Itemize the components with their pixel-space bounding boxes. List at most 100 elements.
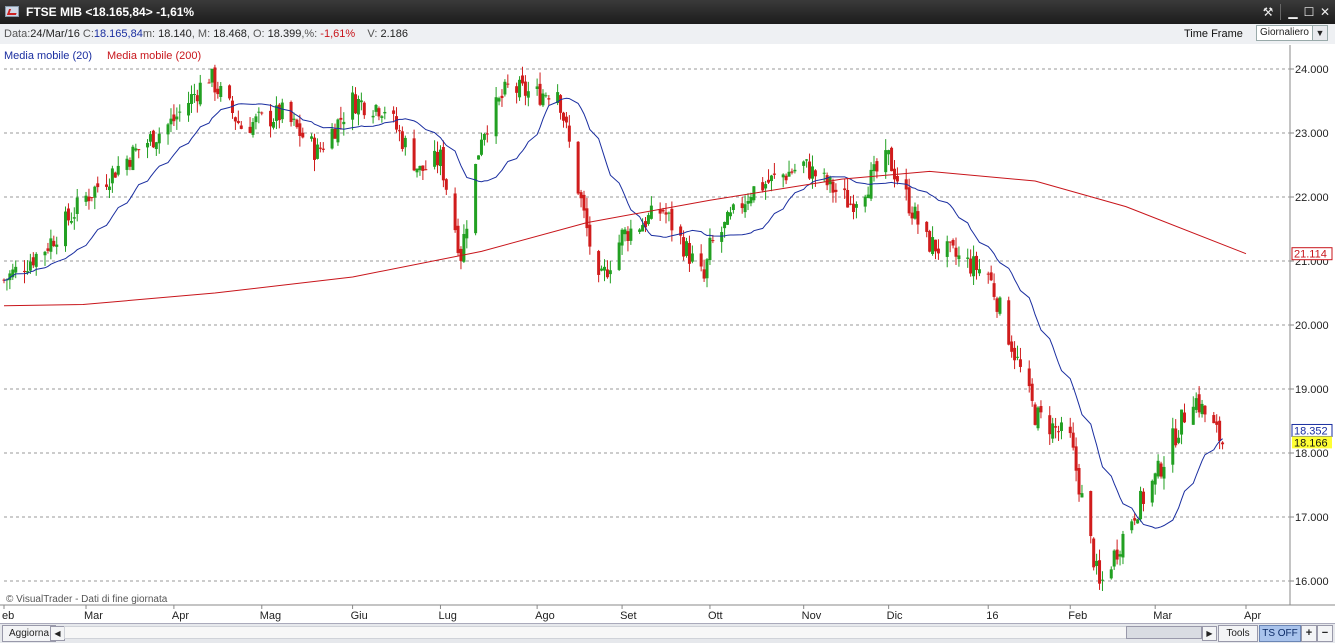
candle-up [728, 212, 732, 217]
candle-up [641, 225, 645, 232]
candle-up [131, 146, 135, 171]
timeframe-select[interactable]: Giornaliero ▼ [1256, 25, 1328, 41]
candle-down [1007, 300, 1011, 345]
candle-up [192, 94, 196, 96]
candle-down [626, 231, 630, 241]
horizontal-scroll-thumb[interactable] [1126, 626, 1202, 639]
candle-up [602, 266, 606, 271]
candle-up [708, 237, 712, 261]
candle-up [1200, 403, 1204, 415]
x-tick-label: Mar [84, 610, 103, 622]
candle-up [310, 136, 314, 139]
candle-up [998, 297, 1002, 314]
scroll-left-icon[interactable]: ◀ [50, 626, 65, 641]
candle-up [1080, 493, 1084, 498]
candle-up [1191, 406, 1195, 425]
candle-down [207, 82, 211, 84]
candle-down [213, 67, 217, 93]
candle-up [810, 166, 814, 179]
candle-down [96, 183, 100, 188]
candle-down [23, 270, 27, 273]
candle-up [723, 221, 727, 229]
window-titlebar: FTSE MIB <18.165,84> -1,61% ⚒ ▁ ☐ ✕ [0, 0, 1335, 24]
candle-down [588, 224, 592, 247]
date-label: Data: [4, 28, 31, 40]
tools-icon[interactable]: ⚒ [1260, 4, 1276, 20]
y-tick-label: 24.000 [1295, 64, 1329, 76]
refresh-button[interactable]: Aggiorna [2, 625, 57, 642]
scroll-right-icon[interactable]: ▶ [1202, 626, 1217, 641]
maximize-button[interactable]: ☐ [1301, 4, 1317, 20]
candle-down [236, 120, 240, 124]
max-label: M: [197, 28, 211, 40]
candle-down [444, 179, 448, 190]
candle-up [403, 137, 407, 148]
candle-up [380, 116, 384, 118]
candle-up [649, 205, 653, 219]
y-tick-label: 23.000 [1295, 128, 1329, 140]
close-value: 18.165,84 [93, 28, 143, 40]
candle-down [992, 283, 996, 297]
ts-off-button[interactable]: TS OFF [1259, 625, 1301, 642]
candle-up [608, 270, 612, 275]
candle-up [503, 81, 507, 95]
candle-up [1112, 550, 1116, 567]
candle-up [957, 255, 961, 260]
candle-up [1136, 519, 1140, 524]
ma200-last-value-label: 21.114 [1294, 249, 1327, 261]
candle-up [793, 169, 797, 172]
candle-up [1130, 521, 1134, 531]
candle-down [843, 188, 847, 191]
x-tick-label: Ago [535, 610, 555, 622]
candle-up [251, 122, 255, 135]
candle-down [582, 194, 586, 211]
candle-down [948, 241, 952, 243]
candle-down [1174, 428, 1178, 446]
candle-up [1118, 554, 1122, 557]
candle-up [690, 253, 694, 262]
candle-up [64, 211, 68, 247]
chevron-down-icon[interactable]: ▼ [1312, 26, 1327, 40]
candle-down [485, 133, 489, 135]
candle-up [1095, 560, 1099, 566]
candle-up [72, 217, 76, 219]
candle-down [682, 237, 686, 257]
price-chart[interactable]: 16.00017.00018.00019.00020.00021.00022.0… [0, 44, 1335, 623]
copyright-notice: © VisualTrader - Dati di fine giornata [6, 594, 168, 605]
candle-down [520, 75, 524, 84]
candle-down [395, 116, 399, 130]
quote-info: Data:24/Mar/16 C:18.165,84m: 18.140, M: … [4, 28, 408, 40]
x-tick-label: 16 [986, 610, 998, 622]
candle-down [1141, 491, 1145, 504]
x-tick-label: Mar [1153, 610, 1172, 622]
candle-down [936, 248, 940, 254]
pct-value: -1,61% [320, 28, 356, 40]
horizontal-scroll-track[interactable] [64, 626, 1202, 639]
tools-button[interactable]: Tools [1218, 625, 1258, 642]
legend-ma20: Media mobile (20) [4, 50, 93, 62]
open-label: O: [252, 28, 265, 40]
candle-down [561, 112, 565, 121]
zoom-in-button[interactable]: + [1301, 625, 1317, 642]
minimize-button[interactable]: ▁ [1285, 4, 1301, 20]
candle-up [69, 221, 73, 223]
candle-down [1010, 341, 1014, 352]
candle-up [1180, 409, 1184, 435]
candle-down [1092, 538, 1096, 568]
candle-up [175, 116, 179, 120]
candle-up [93, 186, 97, 198]
candle-up [854, 204, 858, 208]
candle-down [523, 81, 527, 96]
candle-down [1197, 394, 1201, 413]
candle-up [1121, 533, 1125, 558]
candle-up [685, 241, 689, 256]
candle-up [154, 142, 158, 150]
x-tick-label: eb [2, 610, 14, 622]
candle-up [629, 228, 633, 241]
candle-up [280, 102, 284, 120]
candle-up [257, 111, 261, 113]
candle-down [354, 94, 358, 114]
close-button[interactable]: ✕ [1317, 4, 1333, 20]
zoom-out-button[interactable]: − [1317, 625, 1333, 642]
candle-up [945, 241, 949, 257]
